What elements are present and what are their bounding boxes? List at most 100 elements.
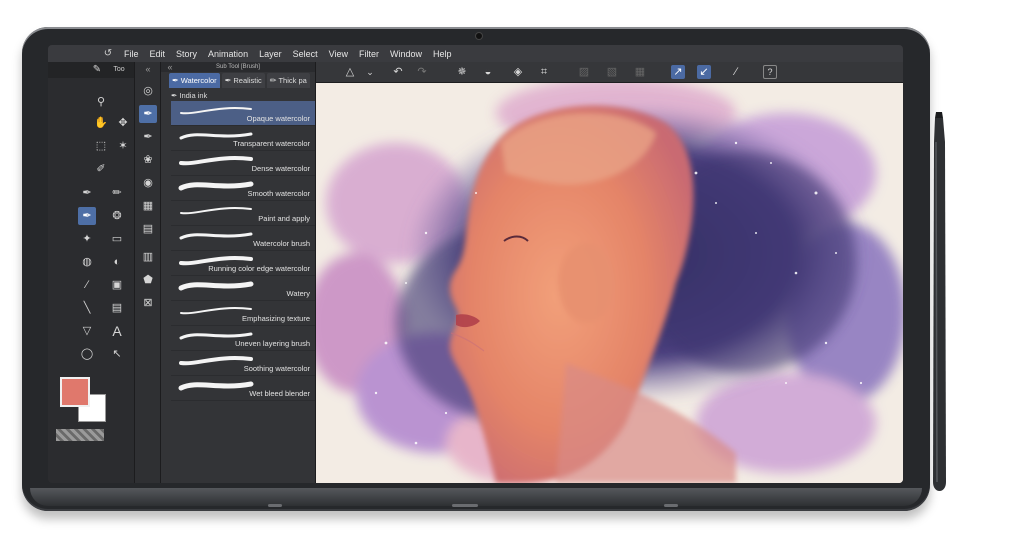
sub-tool-group-column: « ◎ ✒ ✒ ❀ ◉ ▦ ▤ ▥ ⬟ ⊠ (135, 62, 161, 483)
decoration-icon[interactable]: ✦ (78, 230, 96, 248)
brush-item[interactable]: Watercolor brush (171, 226, 315, 251)
app-screen: ↺ File Edit Story Animation Layer Select… (48, 45, 903, 483)
layer-icon[interactable]: ✒ (139, 128, 157, 146)
material-icon[interactable]: ▤ (139, 220, 157, 238)
brush-item[interactable]: Opaque watercolor (171, 101, 315, 126)
pen-pressure-icon[interactable]: ↗ (671, 65, 685, 79)
brush-label: Dense watercolor (251, 164, 310, 173)
transparent-color-swatch[interactable] (56, 429, 104, 441)
eraser-icon[interactable]: ▭ (108, 230, 126, 248)
s-pen-stylus (933, 112, 946, 491)
tool-tab-icon[interactable]: Too (110, 61, 128, 79)
navigator-icon[interactable]: ◉ (139, 174, 157, 192)
eyedropper-icon[interactable]: ✐ (92, 160, 110, 178)
drawing-canvas[interactable] (316, 83, 903, 483)
watercolor-tab-icon: ✒ (172, 76, 179, 85)
move-icon[interactable]: ✥ (114, 114, 132, 132)
zoom-icon[interactable]: ⚲ (92, 93, 110, 111)
airbrush-icon[interactable]: ❂ (108, 207, 126, 225)
text-icon[interactable]: A (108, 322, 126, 340)
frame-icon[interactable]: ▤ (108, 299, 126, 317)
figure-icon[interactable]: ▽ (78, 322, 96, 340)
menu-file[interactable]: File (124, 49, 139, 59)
sub-tool-group[interactable]: ✒ India ink (171, 91, 207, 100)
pattern-icon[interactable]: ▦ (633, 65, 647, 79)
fill-icon[interactable]: ◐ (108, 253, 126, 271)
brush-item[interactable]: Emphasizing texture (171, 301, 315, 326)
flip-icon[interactable]: △ (343, 65, 357, 79)
stroke-icon[interactable]: ▧ (605, 65, 619, 79)
crop-icon[interactable]: ⌗ (537, 65, 551, 79)
menu-animation[interactable]: Animation (208, 49, 248, 59)
brush-item[interactable]: Wet bleed blender (171, 376, 315, 401)
pen-tab-icon[interactable]: ✎ (88, 61, 106, 79)
tab-thick-paint[interactable]: ✏ Thick pa (266, 73, 310, 88)
brush-item[interactable]: Dense watercolor (171, 151, 315, 176)
brush-icon[interactable]: ✒ (78, 207, 96, 225)
menu-layer[interactable]: Layer (259, 49, 282, 59)
command-bar: △ ⌄ ↶ ↷ ✵ ◒ ◈ ⌗ ▨ ▧ ▦ ↗ ↙ ∕ ? (315, 62, 903, 83)
stack-icon[interactable]: ⬟ (139, 271, 157, 289)
watercolor-portrait-artwork (316, 83, 903, 483)
brush-stroke-preview (180, 207, 252, 215)
tab-realistic[interactable]: ✒ Realistic (221, 73, 265, 88)
collapse-icon[interactable]: « (139, 60, 157, 78)
brush-item[interactable]: Soothing watercolor (171, 351, 315, 376)
blend-icon[interactable]: ◍ (78, 253, 96, 271)
fill-bucket-icon[interactable]: ◒ (481, 65, 495, 79)
undo-icon[interactable]: ↶ (391, 65, 405, 79)
close-panel-icon[interactable]: ⊠ (139, 294, 157, 312)
brush-stroke-preview (178, 381, 254, 391)
menu-window[interactable]: Window (390, 49, 422, 59)
hand-icon[interactable]: ✋ (92, 114, 110, 132)
brush-stroke-preview (178, 281, 254, 291)
tool-property-icon[interactable]: ▦ (139, 197, 157, 215)
brush-label: Paint and apply (258, 214, 310, 223)
brush-item[interactable]: Paint and apply (171, 201, 315, 226)
watercolor-group-icon[interactable]: ✒ (139, 105, 157, 123)
pencil-icon[interactable]: ✏ (108, 184, 126, 202)
loading-icon[interactable]: ✵ (455, 65, 469, 79)
brush-label: Watery (286, 289, 310, 298)
app-logo-icon[interactable]: ↺ (100, 48, 116, 60)
sub-tool-tabs: ✒ Watercolor ✒ Realistic ✏ Thick pa (169, 73, 315, 88)
chevron-down-icon[interactable]: ⌄ (363, 65, 377, 79)
brush-item[interactable]: Transparent watercolor (171, 126, 315, 151)
sub-tool-panel: Sub Tool [Brush] « ✒ Watercolor ✒ Realisti… (161, 62, 316, 483)
shade-icon[interactable]: ▨ (577, 65, 591, 79)
brush-group-icon[interactable]: ◎ (139, 82, 157, 100)
menu-select[interactable]: Select (293, 49, 318, 59)
brush-label: Opaque watercolor (246, 114, 310, 123)
tab-watercolor[interactable]: ✒ Watercolor (169, 73, 220, 88)
pen-tilt-icon[interactable]: ↙ (697, 65, 711, 79)
layer-property-icon[interactable]: ❀ (139, 151, 157, 169)
line-icon[interactable]: ∕ (729, 65, 743, 79)
operation-icon[interactable]: ↖ (108, 345, 126, 363)
magic-icon[interactable]: ✶ (114, 137, 132, 155)
lasso-icon[interactable]: ◯ (78, 345, 96, 363)
selection-icon[interactable]: ⬚ (92, 137, 110, 155)
transform-icon[interactable]: ◈ (511, 65, 525, 79)
shape-icon[interactable]: ▣ (108, 276, 126, 294)
ruler-icon[interactable]: ╲ (78, 299, 96, 317)
brush-label: Watercolor brush (253, 239, 310, 248)
help-icon[interactable]: ? (763, 65, 777, 79)
layers-panel-icon[interactable]: ▥ (139, 248, 157, 266)
brush-item[interactable]: Smooth watercolor (171, 176, 315, 201)
menu-filter[interactable]: Filter (359, 49, 379, 59)
pen-icon[interactable]: ✒ (78, 184, 96, 202)
menu-story[interactable]: Story (176, 49, 197, 59)
main-color-swatch[interactable] (60, 377, 90, 407)
menu-help[interactable]: Help (433, 49, 452, 59)
brush-list: Opaque watercolor Transparent watercolor D… (171, 101, 315, 401)
redo-icon[interactable]: ↷ (415, 65, 429, 79)
brush-item[interactable]: Running color edge watercolor (171, 251, 315, 276)
menu-edit[interactable]: Edit (150, 49, 166, 59)
brush-item[interactable]: Watery (171, 276, 315, 301)
brush-label: Wet bleed blender (249, 389, 310, 398)
menu-view[interactable]: View (329, 49, 348, 59)
brush-item[interactable]: Uneven layering brush (171, 326, 315, 351)
gradient-icon[interactable]: ∕ (78, 276, 96, 294)
brush-label: Soothing watercolor (243, 364, 310, 373)
thick-paint-tab-icon: ✏ (269, 76, 277, 85)
